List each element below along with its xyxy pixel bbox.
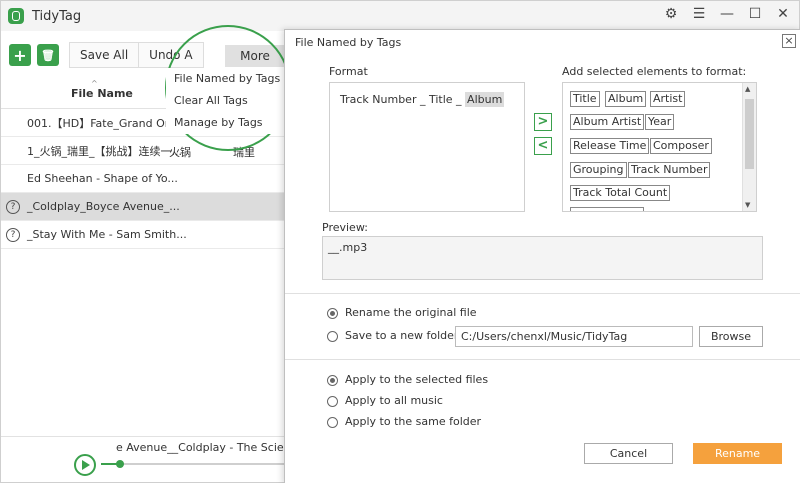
- row-filename: Ed Sheehan - Shape of Yo...: [27, 172, 178, 185]
- apply-all-label[interactable]: Apply to all music: [345, 394, 443, 407]
- row-cell: 火锅: [169, 146, 191, 159]
- play-icon[interactable]: [74, 454, 96, 476]
- scroll-down-icon[interactable]: ▼: [745, 201, 750, 209]
- add-button[interactable]: +: [9, 44, 31, 66]
- element-tag-release-time[interactable]: Release Time: [570, 138, 650, 154]
- row-filename: 001.【HD】Fate_Grand Ord...: [27, 116, 187, 130]
- apply-all-radio[interactable]: [327, 396, 338, 407]
- element-tag-album[interactable]: Album: [605, 91, 647, 107]
- progress-handle[interactable]: [115, 460, 124, 468]
- question-icon: ?: [6, 227, 20, 242]
- browse-button[interactable]: Browse: [699, 326, 763, 347]
- cancel-button[interactable]: Cancel: [584, 443, 673, 464]
- format-token-album[interactable]: Album: [465, 92, 505, 107]
- rename-original-radio[interactable]: [327, 308, 338, 319]
- more-dropdown-menu: File Named by Tags Clear All Tags Manage…: [166, 68, 284, 134]
- apply-selected-label[interactable]: Apply to the selected files: [345, 373, 488, 386]
- gear-icon[interactable]: ⚙: [663, 6, 679, 22]
- row-filename: 1_火锅_瑞里_【挑战】连续一...: [27, 144, 182, 158]
- save-new-folder-radio[interactable]: [327, 331, 338, 342]
- app-title: TidyTag: [32, 8, 82, 24]
- element-tag-album-artist[interactable]: Album Artist: [570, 114, 645, 130]
- title-bar: TidyTag ⚙ ☰ — ☐ ✕: [1, 1, 799, 31]
- column-header-filename[interactable]: File Name: [71, 87, 133, 100]
- hamburger-icon[interactable]: ☰: [691, 6, 707, 22]
- menu-item-clear-all-tags[interactable]: Clear All Tags: [166, 90, 284, 112]
- format-separator: _: [452, 93, 466, 106]
- app-logo-icon: [8, 8, 24, 24]
- table-row[interactable]: Ed Sheehan - Shape of Yo...: [1, 165, 291, 193]
- element-tag-composer[interactable]: Composer: [650, 138, 712, 154]
- element-tag-title[interactable]: Title: [570, 91, 600, 107]
- trash-icon: 🗑: [41, 48, 55, 62]
- folder-path-input[interactable]: C:/Users/chenxl/Music/TidyTag: [455, 326, 693, 347]
- apply-same-folder-label[interactable]: Apply to the same folder: [345, 415, 481, 428]
- divider: [285, 293, 800, 294]
- element-tag-grouping[interactable]: Grouping: [570, 162, 627, 178]
- minimize-icon[interactable]: —: [719, 6, 735, 22]
- apply-selected-radio[interactable]: [327, 375, 338, 386]
- question-icon: ?: [6, 199, 20, 214]
- element-tag-partial[interactable]: [570, 207, 644, 211]
- table-row[interactable]: ? _Stay With Me - Sam Smith...: [1, 221, 291, 249]
- progress-track[interactable]: [101, 460, 286, 468]
- maximize-icon[interactable]: ☐: [747, 6, 763, 22]
- elements-box: Title Album Artist Album Artist Year Rel…: [562, 82, 757, 212]
- element-tag-track-number[interactable]: Track Number: [628, 162, 711, 178]
- delete-button[interactable]: 🗑: [37, 44, 59, 66]
- scroll-thumb[interactable]: [745, 99, 754, 169]
- preview-value: __.mp3: [328, 241, 368, 254]
- save-new-folder-label[interactable]: Save to a new folder:: [345, 329, 462, 342]
- element-tag-year[interactable]: Year: [645, 114, 675, 130]
- elements-scrollbar[interactable]: ▲ ▼: [742, 83, 756, 211]
- close-icon[interactable]: ✕: [775, 6, 791, 22]
- element-tag-track-total-count[interactable]: Track Total Count: [570, 185, 671, 201]
- save-all-button[interactable]: Save All: [69, 42, 140, 68]
- player-bar: e Avenue__Coldplay - The Scientis: [1, 436, 304, 483]
- dialog-title: File Named by Tags: [295, 36, 402, 49]
- row-filename: _Coldplay_Boyce Avenue_...: [27, 200, 180, 213]
- preview-box: __.mp3: [322, 236, 763, 280]
- apply-same-folder-radio[interactable]: [327, 417, 338, 428]
- format-token-track[interactable]: Track Number: [340, 93, 416, 106]
- rename-original-label[interactable]: Rename the original file: [345, 306, 477, 319]
- now-playing-title: e Avenue__Coldplay - The Scientis: [116, 441, 304, 454]
- divider: [285, 359, 800, 360]
- element-tag-artist[interactable]: Artist: [650, 91, 686, 107]
- menu-item-manage-by-tags[interactable]: Manage by Tags: [166, 112, 284, 134]
- preview-label: Preview:: [322, 221, 368, 234]
- dialog-close-icon[interactable]: ×: [782, 34, 796, 48]
- format-separator: _: [416, 93, 429, 106]
- format-label: Format: [329, 65, 368, 78]
- app-window: TidyTag ⚙ ☰ — ☐ ✕ + 🗑 Save All Undo A Mo…: [0, 0, 800, 483]
- table-row[interactable]: ? _Coldplay_Boyce Avenue_...: [1, 193, 291, 221]
- format-token-title[interactable]: Title: [429, 93, 453, 106]
- format-box[interactable]: Track Number _ Title _ Album: [329, 82, 525, 212]
- scroll-up-icon[interactable]: ▲: [745, 85, 750, 93]
- elements-label: Add selected elements to format:: [562, 65, 747, 78]
- rename-button[interactable]: Rename: [693, 443, 782, 464]
- add-element-arrow-icon[interactable]: >: [534, 113, 552, 131]
- format-value: Track Number _ Title _ Album: [340, 92, 505, 107]
- menu-item-file-named-by-tags[interactable]: File Named by Tags: [166, 68, 284, 90]
- window-controls: ⚙ ☰ — ☐ ✕: [663, 6, 791, 22]
- row-filename: _Stay With Me - Sam Smith...: [27, 228, 187, 241]
- file-named-by-tags-dialog: File Named by Tags × Format Track Number…: [284, 29, 800, 483]
- remove-element-arrow-icon[interactable]: <: [534, 137, 552, 155]
